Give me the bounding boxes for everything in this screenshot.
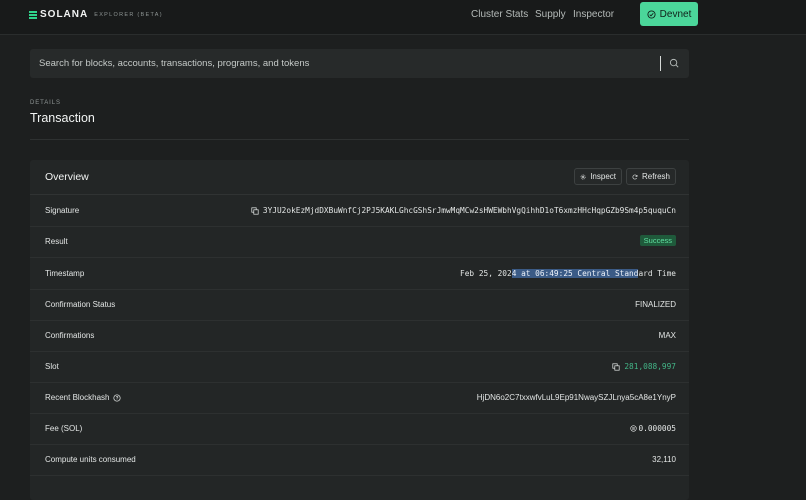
brand-name: SOLANA xyxy=(40,9,89,20)
confirmations-label: Confirmations xyxy=(45,331,95,340)
refresh-icon xyxy=(632,174,638,179)
cluster-label: Devnet xyxy=(659,8,692,20)
status-badge: Success xyxy=(639,235,676,246)
top-navbar: SOLANA EXPLORER (BETA) Cluster Stats Sup… xyxy=(0,0,806,35)
recent-blockhash-row: Recent Blockhash HjDN6o2C7txxwfvLuL9Ep91… xyxy=(30,382,689,414)
compute-units-label: Compute units consumed xyxy=(45,455,136,464)
nav-inspector[interactable]: Inspector xyxy=(573,9,614,20)
recent-blockhash-value[interactable]: HjDN6o2C7txxwfvLuL9Ep91NwaySZJLnya5cA8e1… xyxy=(477,393,676,402)
result-value-group: Success xyxy=(639,235,676,246)
signature-row: Signature 3YJU2okEzMjdDXBuWnfCj2PJ5KAKLG… xyxy=(30,195,689,227)
fee-value: 0.000005 xyxy=(638,424,676,433)
info-icon[interactable] xyxy=(113,393,122,402)
compute-units-row: Compute units consumed 32,110 xyxy=(30,444,689,476)
copy-icon[interactable] xyxy=(251,206,259,215)
result-row: Result Success xyxy=(30,226,689,258)
fee-row: Fee (SOL) 0.000005 xyxy=(30,413,689,445)
refresh-label: Refresh xyxy=(641,172,670,181)
inspect-button[interactable]: Inspect xyxy=(574,168,622,185)
timestamp-label: Timestamp xyxy=(45,269,85,278)
slot-value-group: 281,088,997 xyxy=(612,362,676,371)
confirmation-status-label: Confirmation Status xyxy=(45,300,116,309)
recent-blockhash-label: Recent Blockhash xyxy=(45,393,110,402)
search-input[interactable]: Search for blocks, accounts, transaction… xyxy=(30,49,689,78)
slot-row: Slot 281,088,997 xyxy=(30,351,689,383)
signature-value[interactable]: 3YJU2okEzMjdDXBuWnfCj2PJ5KAKLGhcGShSrJmw… xyxy=(263,206,676,215)
slot-label: Slot xyxy=(45,362,59,371)
inspect-label: Inspect xyxy=(590,172,616,181)
details-label: DETAILS xyxy=(30,100,61,106)
gear-icon xyxy=(580,174,586,179)
copy-icon[interactable] xyxy=(612,362,620,371)
nav-supply[interactable]: Supply xyxy=(535,9,566,20)
timestamp-part: ard Time xyxy=(638,269,676,278)
refresh-button[interactable]: Refresh xyxy=(626,168,676,185)
timestamp-value: Feb 25, 202 4 at 06:49:25 Central Stand ar… xyxy=(460,269,676,278)
fee-value-group: 0.000005 xyxy=(630,424,676,433)
result-label: Result xyxy=(45,237,68,246)
brand-subtitle: EXPLORER (BETA) xyxy=(94,12,163,18)
page-title: Transaction xyxy=(30,111,95,125)
overview-title: Overview xyxy=(45,171,89,183)
nav-cluster-stats[interactable]: Cluster Stats xyxy=(471,9,528,20)
check-circle-icon xyxy=(647,9,656,19)
overview-card: Overview Inspect Refresh Signature 3YJU2… xyxy=(30,160,689,500)
compute-units-value: 32,110 xyxy=(652,455,676,464)
search-placeholder: Search for blocks, accounts, transaction… xyxy=(39,58,310,69)
confirmation-status-value: FINALIZED xyxy=(635,300,676,309)
fee-label: Fee (SOL) xyxy=(45,424,83,433)
sol-coin-icon xyxy=(630,425,638,432)
slot-link[interactable]: 281,088,997 xyxy=(624,362,676,371)
recent-blockhash-label-group: Recent Blockhash xyxy=(45,393,122,402)
solana-logo-icon xyxy=(29,10,37,19)
cluster-select-button[interactable]: Devnet xyxy=(640,2,698,26)
overview-header: Overview Inspect Refresh xyxy=(30,160,689,195)
confirmations-value: MAX xyxy=(658,331,676,340)
divider xyxy=(30,139,689,140)
brand-logo[interactable]: SOLANA EXPLORER (BETA) xyxy=(29,9,163,20)
signature-value-group: 3YJU2okEzMjdDXBuWnfCj2PJ5KAKLGhcGShSrJmw… xyxy=(251,206,676,215)
signature-label: Signature xyxy=(45,206,80,215)
timestamp-selection: 4 at 06:49:25 Central Stand xyxy=(511,269,639,278)
search-icon[interactable] xyxy=(669,58,680,69)
confirmation-status-row: Confirmation Status FINALIZED xyxy=(30,289,689,321)
timestamp-row: Timestamp Feb 25, 202 4 at 06:49:25 Centr… xyxy=(30,258,689,290)
timestamp-part: Feb 25, 202 xyxy=(460,269,512,278)
search-divider xyxy=(660,56,661,71)
confirmations-row: Confirmations MAX xyxy=(30,320,689,352)
